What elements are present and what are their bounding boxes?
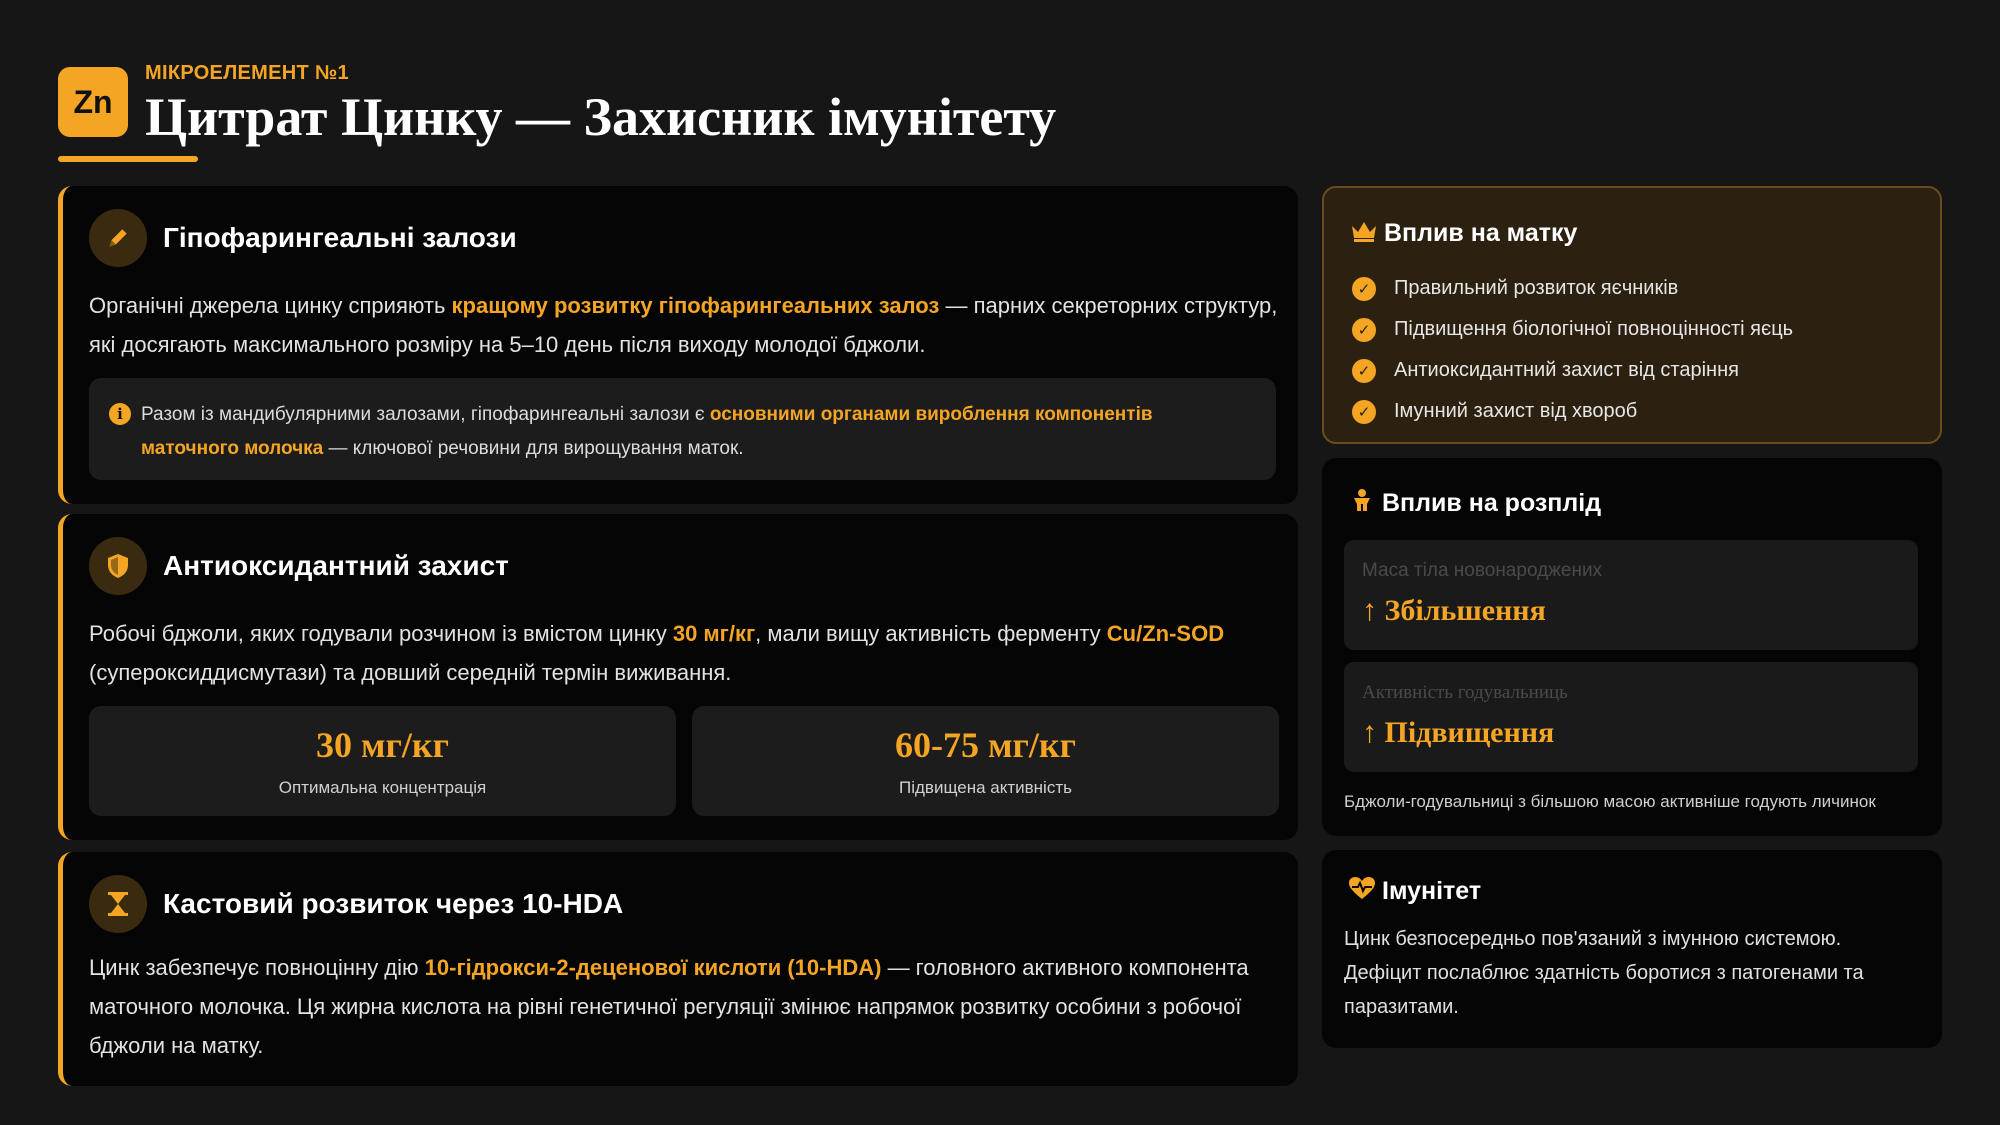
shield-icon (89, 537, 147, 595)
panel-queen: Вплив на матку ✓ Правильний розвиток яєчн… (1322, 186, 1942, 444)
check-icon: ✓ (1352, 317, 1376, 342)
antioxidant-text-part: (супероксиддисмутази) та довший середній… (89, 660, 732, 685)
check-icon: ✓ (1352, 276, 1376, 301)
list-item-text: Антиоксидантний захист від старіння (1394, 359, 1739, 381)
panel-immunity: Імунітет Цинк безпосередньо пов'язаний з… (1322, 850, 1942, 1048)
card-antioxidant-text: Робочі бджоли, яких годували розчином із… (89, 614, 1282, 692)
heart-pulse-icon (1348, 876, 1376, 907)
zn-badge: Zn (58, 67, 128, 137)
card-caste-header: Кастовий розвиток через 10-HDA (89, 874, 623, 934)
card-glands: Гіпофарингеальні залози Органічні джерел… (58, 186, 1298, 504)
note-text-part: — ключової речовини для вирощування мато… (323, 438, 744, 459)
metric-label: Активність годувальниць (1362, 682, 1568, 703)
metric-newborn-mass: Маса тіла новонароджених ↑ Збільшення (1344, 540, 1918, 650)
panel-title-text: Вплив на розплід (1382, 489, 1602, 517)
metric-nurse-activity: Активність годувальниць ↑ Підвищення (1344, 662, 1918, 772)
stat-elevated: 60-75 мг/кг Підвищена активність (692, 706, 1279, 816)
card-antioxidant: Антиоксидантний захист Робочі бджоли, як… (58, 514, 1298, 840)
crown-icon (1350, 218, 1378, 249)
antioxidant-text-part: Робочі бджоли, яких годували розчином із… (89, 621, 673, 646)
brood-footnote: Бджоли-годувальниці з більшою масою акти… (1344, 792, 1876, 811)
panel-queen-title: Вплив на матку (1350, 218, 1577, 249)
list-item-text: Імунний захист від хвороб (1394, 400, 1638, 422)
stat-label: Оптимальна концентрація (278, 778, 487, 797)
card-glands-text: Органічні джерела цинку сприяють кращому… (89, 286, 1282, 364)
caste-text-part: Цинк забезпечує повноцінну дію (89, 955, 425, 980)
list-item: ✓ Антиоксидантний захист від старіння (1352, 350, 1793, 391)
card-antioxidant-header: Антиоксидантний захист (89, 536, 509, 596)
stat-value: 60-75 мг/кг (895, 725, 1076, 765)
card-glands-title: Гіпофарингеальні залози (163, 222, 517, 253)
glands-note: i Разом із мандибулярними залозами, гіпо… (89, 378, 1276, 480)
immunity-text: Цинк безпосередньо пов'язаний з імунною … (1344, 928, 1864, 1018)
metric-value: ↑ Збільшення (1362, 594, 1546, 627)
check-icon: ✓ (1352, 399, 1376, 424)
hourglass-icon (89, 875, 147, 933)
list-item-text: Правильний розвиток яєчників (1394, 277, 1679, 299)
panel-immunity-title: Імунітет (1348, 876, 1481, 907)
list-item: ✓ Підвищення біологічної повноцінності яє… (1352, 309, 1793, 350)
caste-text-highlight: 10-гідрокси-2-деценової кислоти (10-HDA) (424, 955, 882, 980)
queen-benefits-list: ✓ Правильний розвиток яєчників ✓ Підвищенн… (1352, 268, 1793, 432)
info-icon: i (109, 403, 131, 425)
card-caste: Кастовий розвиток через 10-HDA Цинк забе… (58, 852, 1298, 1086)
glands-text-highlight: кращому розвитку гіпофарингеальних залоз (451, 293, 940, 318)
eyebrow-label: МІКРОЕЛЕМЕНТ №1 (145, 62, 349, 84)
card-caste-text: Цинк забезпечує повноцінну дію 10-гідрок… (89, 948, 1282, 1065)
metric-value: ↑ Підвищення (1362, 716, 1555, 749)
panel-brood-title: Вплив на розплід (1348, 488, 1601, 519)
antioxidant-text-part: , мали вищу активність ферменту (755, 621, 1107, 646)
page-title: Цитрат Цинку — Захисник імунітету (145, 87, 1057, 147)
card-caste-title: Кастовий розвиток через 10-HDA (163, 888, 624, 919)
check-icon: ✓ (1352, 358, 1376, 383)
antioxidant-text-highlight: Cu/Zn-SOD (1106, 621, 1225, 646)
page-header: Zn МІКРОЕЛЕМЕНТ №1 Цитрат Цинку — Захисн… (58, 58, 1258, 168)
stat-optimal: 30 мг/кг Оптимальна концентрація (89, 706, 676, 816)
panel-title-text: Вплив на матку (1384, 219, 1578, 247)
stat-label: Підвищена активність (899, 778, 1072, 797)
panel-title-text: Імунітет (1382, 877, 1482, 905)
title-underline (58, 156, 198, 162)
list-item: ✓ Правильний розвиток яєчників (1352, 268, 1793, 309)
pen-icon (89, 209, 147, 267)
panel-brood: Вплив на розплід Маса тіла новонароджени… (1322, 458, 1942, 836)
metric-label: Маса тіла новонароджених (1362, 560, 1603, 581)
note-text-part: Разом із мандибулярними залозами, гіпофа… (141, 404, 710, 425)
antioxidant-text-highlight: 30 мг/кг (672, 621, 756, 646)
glands-text-part: Органічні джерела цинку сприяють (89, 293, 452, 318)
stat-value: 30 мг/кг (316, 725, 449, 765)
list-item: ✓ Імунний захист від хвороб (1352, 391, 1793, 432)
card-antioxidant-title: Антиоксидантний захист (163, 550, 509, 581)
list-item-text: Підвищення біологічної повноцінності яєц… (1394, 318, 1794, 340)
baby-icon (1348, 488, 1376, 519)
card-glands-header: Гіпофарингеальні залози (89, 208, 517, 268)
